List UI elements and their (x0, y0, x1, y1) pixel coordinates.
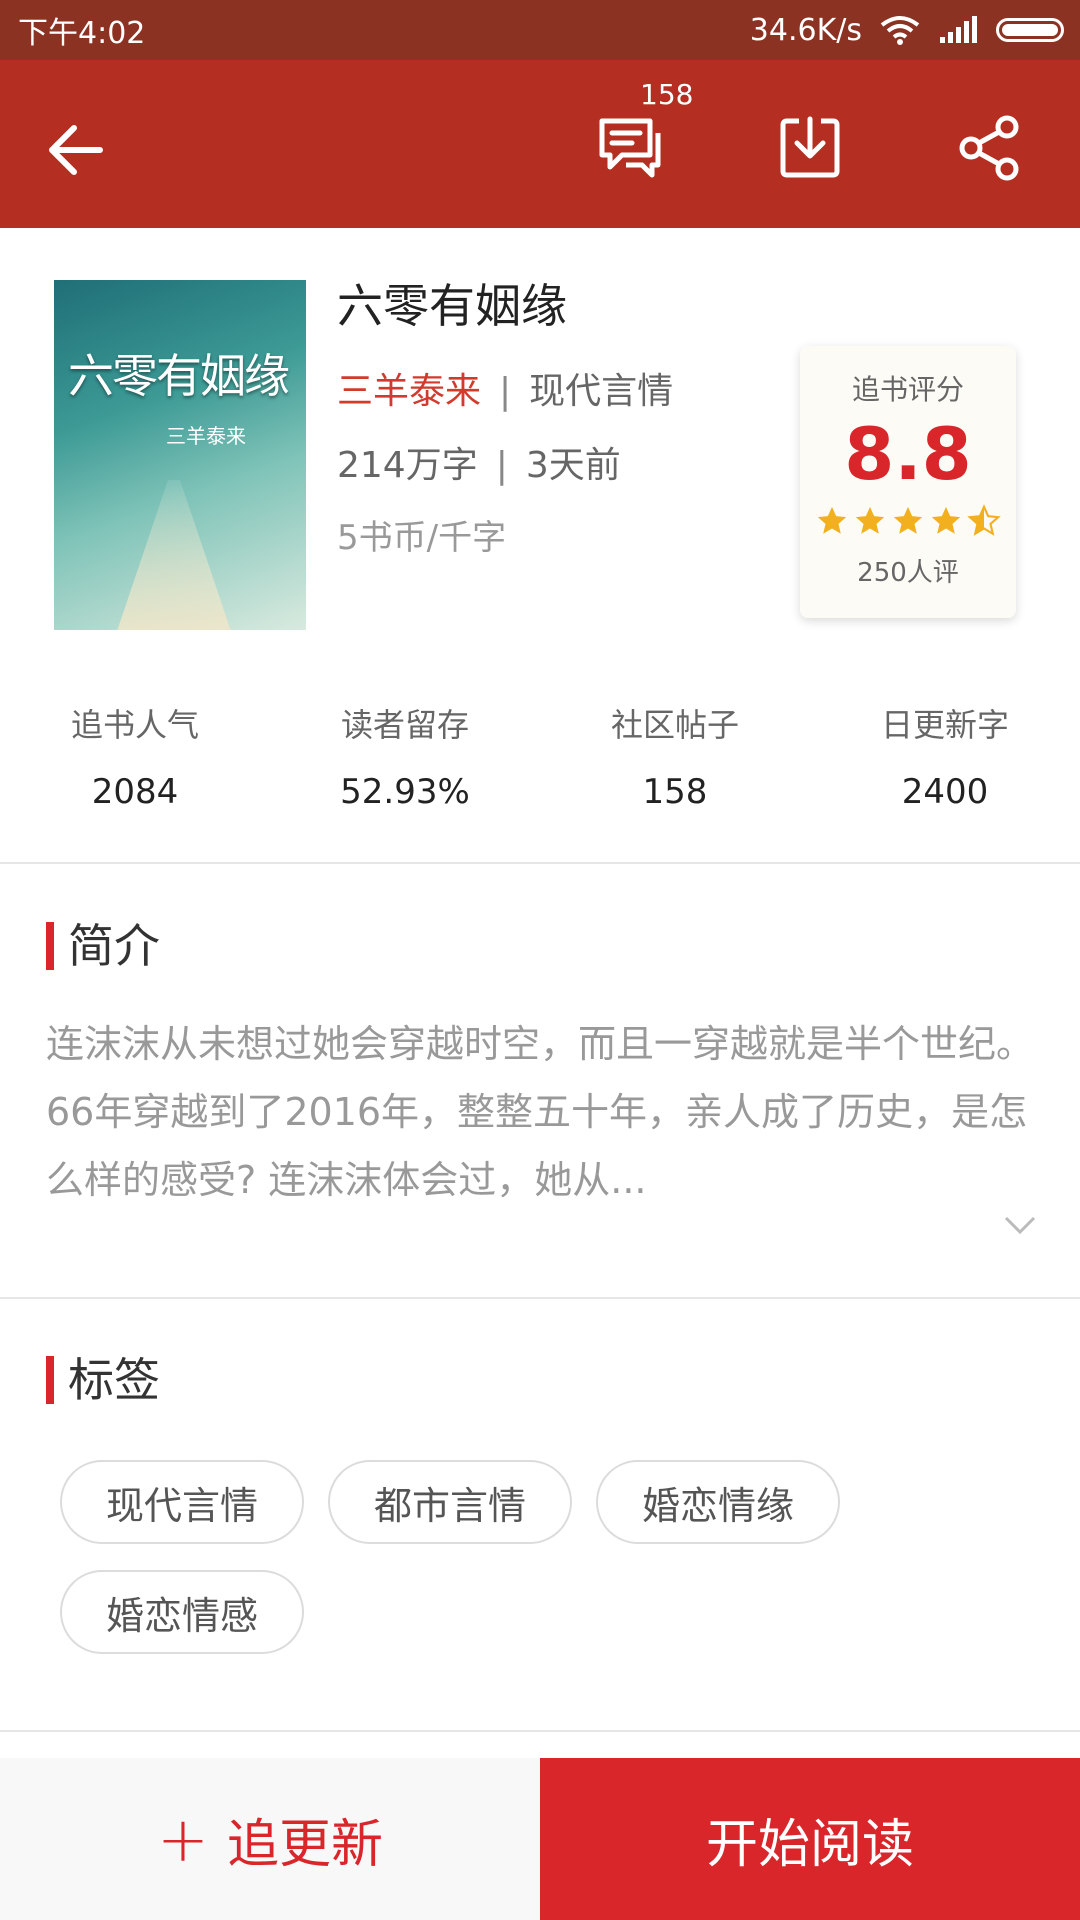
cover-title: 六零有姻缘 (68, 349, 290, 403)
rating-score: 8.8 (844, 412, 972, 496)
network-speed: 34.6K/s (749, 12, 862, 48)
stat-popularity: 追书人气 2084 (0, 700, 270, 820)
download-button[interactable] (770, 108, 850, 188)
back-button[interactable] (36, 110, 116, 190)
rating-card[interactable]: 追书评分 8.8 250人评 (800, 346, 1016, 618)
battery-icon (996, 18, 1064, 42)
bottom-action-bar: + 追更新 开始阅读 (0, 1758, 1080, 1920)
stat-daily-words: 日更新字 2400 (810, 700, 1080, 820)
wordcount-update-line: 214万字 | 3天前 (337, 436, 621, 488)
stat-value: 52.93% (340, 772, 470, 812)
plus-icon: + (157, 1802, 209, 1876)
author-category-line: 三羊泰来 | 现代言情 (337, 362, 673, 414)
follow-label: 追更新 (226, 1814, 383, 1875)
star-full-icon (817, 506, 847, 534)
start-reading-button[interactable]: 开始阅读 (540, 1758, 1080, 1920)
stat-label: 日更新字 (880, 706, 1009, 744)
separator: | (495, 445, 508, 486)
intro-section-title: 简介 (46, 922, 160, 970)
cover-author: 三羊泰来 (166, 424, 246, 448)
toolbar: 158 (0, 60, 1080, 228)
cover-art (114, 480, 234, 630)
tag-list: 现代言情 都市言情 婚恋情缘 婚恋情感 (60, 1460, 1020, 1654)
comment-icon (599, 118, 661, 178)
tag-chip[interactable]: 都市言情 (328, 1460, 572, 1544)
share-button[interactable] (950, 108, 1030, 188)
download-icon (780, 116, 840, 178)
comment-count-badge: 158 (640, 78, 694, 111)
tag-chip[interactable]: 现代言情 (60, 1460, 304, 1544)
separator: | (499, 371, 512, 412)
stat-posts[interactable]: 社区帖子 158 (540, 700, 810, 820)
status-bar: 下午4:02 34.6K/s (0, 0, 1080, 60)
read-label: 开始阅读 (705, 1814, 914, 1875)
signal-icon (940, 16, 977, 43)
comment-button[interactable] (592, 108, 672, 188)
follow-updates-button[interactable]: + 追更新 (0, 1758, 540, 1920)
price: 5书币/千字 (337, 518, 507, 558)
chevron-down-icon (1004, 1216, 1036, 1235)
last-updated: 3天前 (525, 445, 621, 486)
expand-button[interactable] (1000, 1210, 1040, 1240)
stat-retention: 读者留存 52.93% (270, 700, 540, 820)
book-title: 六零有姻缘 (337, 279, 567, 333)
word-count: 214万字 (337, 445, 478, 486)
divider (0, 1297, 1080, 1299)
wifi-icon (880, 16, 920, 45)
stat-value: 2400 (901, 772, 989, 812)
star-rating (800, 504, 1016, 538)
category: 现代言情 (529, 371, 674, 412)
stats-row: 追书人气 2084 读者留存 52.93% 社区帖子 158 日更新字 2400 (0, 700, 1080, 820)
author-link[interactable]: 三羊泰来 (337, 371, 481, 412)
divider (0, 862, 1080, 864)
divider (0, 1730, 1080, 1732)
stat-label: 社区帖子 (610, 706, 739, 744)
star-half-icon (967, 504, 1001, 536)
share-icon (959, 115, 1019, 181)
star-full-icon (893, 506, 923, 534)
back-arrow-icon (49, 125, 103, 175)
intro-text[interactable]: 连沫沫从未想过她会穿越时空，而且一穿越就是半个世纪。66年穿越到了2016年，整… (46, 1010, 1036, 1214)
tag-chip[interactable]: 婚恋情感 (60, 1570, 304, 1654)
book-cover[interactable]: 六零有姻缘 三羊泰来 (54, 280, 306, 630)
status-time: 下午4:02 (18, 16, 146, 51)
star-full-icon (855, 506, 885, 534)
star-full-icon (931, 506, 961, 534)
stat-value: 2084 (91, 772, 179, 812)
stat-label: 追书人气 (70, 706, 199, 744)
tag-chip[interactable]: 婚恋情缘 (596, 1460, 840, 1544)
tags-section-title: 标签 (46, 1356, 160, 1404)
rating-count: 250人评 (857, 558, 959, 588)
stat-label: 读者留存 (340, 706, 469, 744)
rating-label: 追书评分 (851, 373, 964, 406)
stat-value: 158 (642, 772, 708, 812)
